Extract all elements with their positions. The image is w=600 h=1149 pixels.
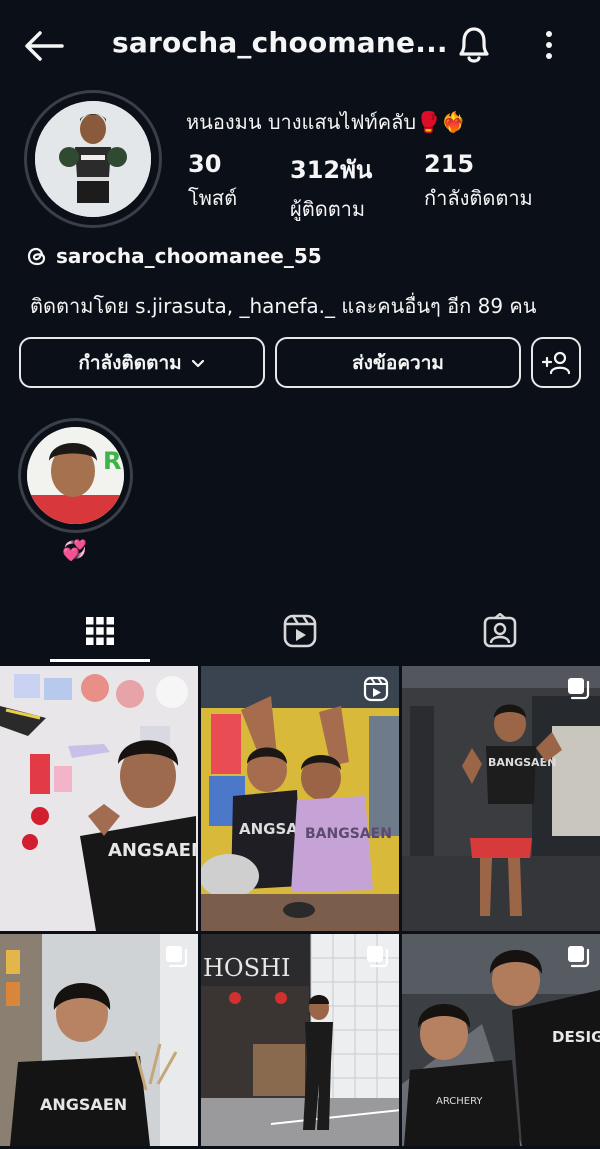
- shirt-text: DESIGN: [552, 1028, 600, 1046]
- message-button[interactable]: ส่งข้อความ: [275, 337, 521, 388]
- tagged-person-icon: [483, 613, 517, 648]
- storefront-sign: HOSHI: [203, 954, 290, 982]
- reels-icon: [283, 614, 317, 648]
- add-person-icon: [541, 351, 571, 374]
- reel-badge: [363, 676, 389, 702]
- followers-stat[interactable]: 312พัน ผู้ติดตาม: [290, 150, 372, 225]
- story-highlight[interactable]: R: [18, 418, 133, 533]
- following-label: กำลังติดตาม: [424, 186, 533, 210]
- suggested-users-button[interactable]: [531, 337, 581, 388]
- tab-tagged[interactable]: [400, 600, 600, 662]
- message-button-label: ส่งข้อความ: [352, 351, 444, 374]
- arrow-left-icon: [25, 31, 64, 61]
- post-thumbnail[interactable]: HOSHI: [201, 934, 399, 1146]
- more-vertical-icon: [546, 31, 552, 59]
- avatar-photo: [35, 101, 151, 217]
- post-thumbnail[interactable]: BANGSAEN: [402, 666, 600, 931]
- shirt-text: ANGSAEN: [40, 1095, 127, 1114]
- back-button[interactable]: [22, 26, 66, 66]
- top-bar: sarocha_choomane...: [0, 0, 600, 90]
- following-button[interactable]: กำลังติดตาม: [19, 337, 265, 388]
- carousel-badge: [566, 676, 590, 700]
- posts-count: 30: [188, 150, 222, 178]
- followed-by-text[interactable]: ติดตามโดย s.jirasuta, _hanefa._ และคนอื่…: [30, 290, 536, 322]
- tab-grid[interactable]: [0, 600, 200, 662]
- following-button-label: กำลังติดตาม: [78, 351, 182, 374]
- carousel-badge: [566, 944, 590, 968]
- carousel-icon: [367, 946, 389, 968]
- svg-text:BANGSAEN: BANGSAEN: [305, 826, 392, 842]
- threads-icon: [27, 247, 46, 266]
- followers-count: 312พัน: [290, 156, 373, 184]
- post-thumbnail[interactable]: ANGSAEN: [0, 666, 198, 931]
- profile-tabs: [0, 600, 600, 664]
- highlight-cover: R: [27, 427, 124, 524]
- profile-avatar[interactable]: [24, 90, 162, 228]
- svg-text:R: R: [103, 447, 121, 475]
- post-thumbnail[interactable]: ARCHERY DESIGN: [402, 934, 600, 1146]
- following-count: 215: [424, 150, 475, 178]
- grid-icon: [86, 617, 114, 645]
- carousel-badge: [365, 944, 389, 968]
- display-name: หนองมน บางแสนไฟท์คลับ🥊❤️‍🔥: [186, 110, 466, 134]
- posts-stat[interactable]: 30 โพสต์: [188, 150, 237, 214]
- svg-text:ARCHERY: ARCHERY: [436, 1096, 483, 1107]
- carousel-badge: [164, 944, 188, 968]
- reels-icon: [363, 676, 389, 702]
- following-stat[interactable]: 215 กำลังติดตาม: [424, 150, 533, 214]
- chevron-down-icon: [191, 359, 204, 367]
- post-thumbnail[interactable]: ANGSAEN: [0, 934, 198, 1146]
- active-tab-indicator: [50, 659, 150, 662]
- profile-username: sarocha_choomane...: [112, 26, 448, 59]
- shirt-text: ANGSAEN: [108, 840, 198, 861]
- more-options-button[interactable]: [534, 26, 564, 66]
- post-thumbnail[interactable]: ANGSAEN BANGSAEN: [201, 666, 399, 931]
- followers-label: ผู้ติดตาม: [290, 197, 366, 221]
- notifications-button[interactable]: [452, 22, 496, 68]
- tab-reels[interactable]: [200, 600, 400, 662]
- carousel-icon: [166, 946, 188, 968]
- bell-icon: [459, 27, 489, 63]
- carousel-icon: [568, 678, 590, 700]
- posts-grid: ANGSAEN ANGSAEN BANGSAEN BANGSAEN ANGSAE…: [0, 666, 600, 1146]
- highlight-label: 💞: [62, 538, 87, 562]
- threads-link[interactable]: sarocha_choomanee_55: [26, 244, 322, 268]
- carousel-icon: [568, 946, 590, 968]
- posts-label: โพสต์: [188, 186, 238, 210]
- threads-handle: sarocha_choomanee_55: [56, 244, 322, 268]
